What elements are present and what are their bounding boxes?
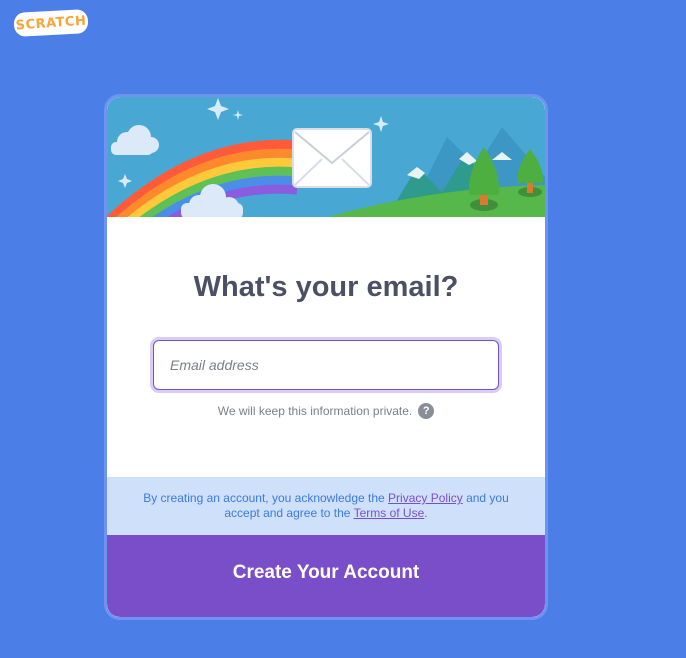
- join-page: SCRATCH What's your email? Email address…: [0, 0, 686, 658]
- legal-text-after: .: [424, 506, 428, 520]
- privacy-policy-link[interactable]: Privacy Policy: [388, 491, 463, 505]
- email-field-wrapper: [153, 340, 499, 390]
- page-title: What's your email?: [193, 271, 459, 303]
- join-modal: What's your email? We will keep this inf…: [104, 94, 548, 620]
- legal-text-before: By creating an account, you acknowledge …: [143, 491, 389, 505]
- scratch-logo[interactable]: SCRATCH: [12, 8, 90, 38]
- legal-notice: By creating an account, you acknowledge …: [107, 477, 545, 535]
- privacy-note: We will keep this information private.: [217, 404, 413, 419]
- rainbow-envelope-illustration: [107, 97, 545, 217]
- logo-text: SCRATCH: [15, 13, 87, 33]
- terms-of-use-link[interactable]: Terms of Use: [354, 506, 425, 520]
- help-icon[interactable]: ?: [418, 403, 435, 419]
- privacy-note-row: We will keep this information private.?: [107, 403, 545, 420]
- email-input[interactable]: [154, 341, 498, 389]
- banner-illustration: [107, 97, 545, 217]
- create-account-button[interactable]: Create Your Account: [107, 535, 545, 617]
- envelope-icon: [292, 128, 372, 188]
- email-form: What's your email? We will keep this inf…: [107, 217, 545, 477]
